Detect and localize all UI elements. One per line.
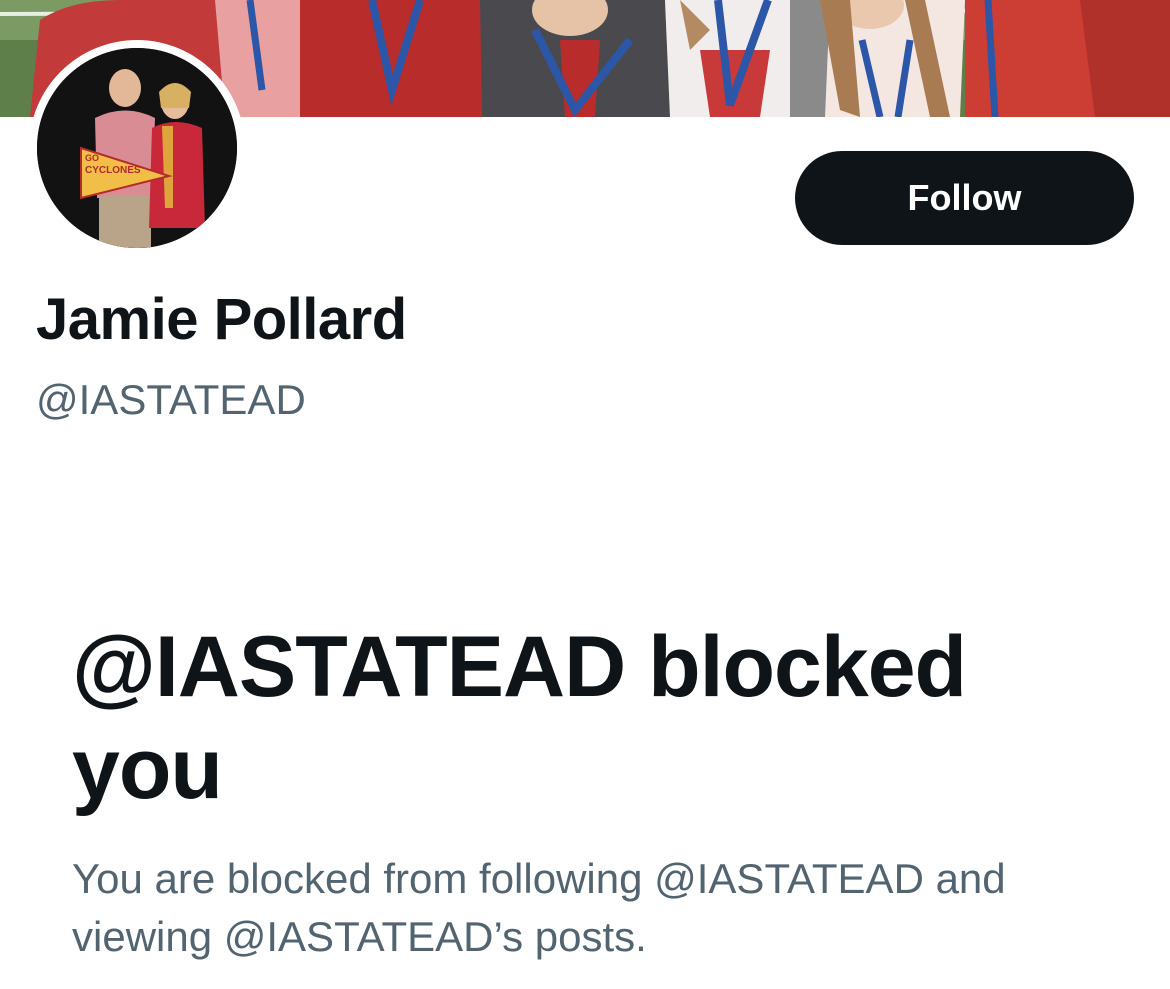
profile-avatar[interactable]: GO CYCLONES: [29, 40, 245, 256]
blocked-notice-description: You are blocked from following @IASTATEA…: [72, 855, 1006, 960]
svg-text:GO: GO: [85, 153, 99, 163]
blocked-notice-title: @IASTATEAD blocked you: [72, 619, 967, 817]
profile-display-name: Jamie Pollard: [36, 287, 407, 352]
profile-handle: @IASTATEAD: [36, 376, 306, 423]
svg-text:CYCLONES: CYCLONES: [85, 165, 141, 176]
avatar-photo: GO CYCLONES: [37, 48, 237, 248]
follow-button[interactable]: Follow: [795, 151, 1134, 245]
